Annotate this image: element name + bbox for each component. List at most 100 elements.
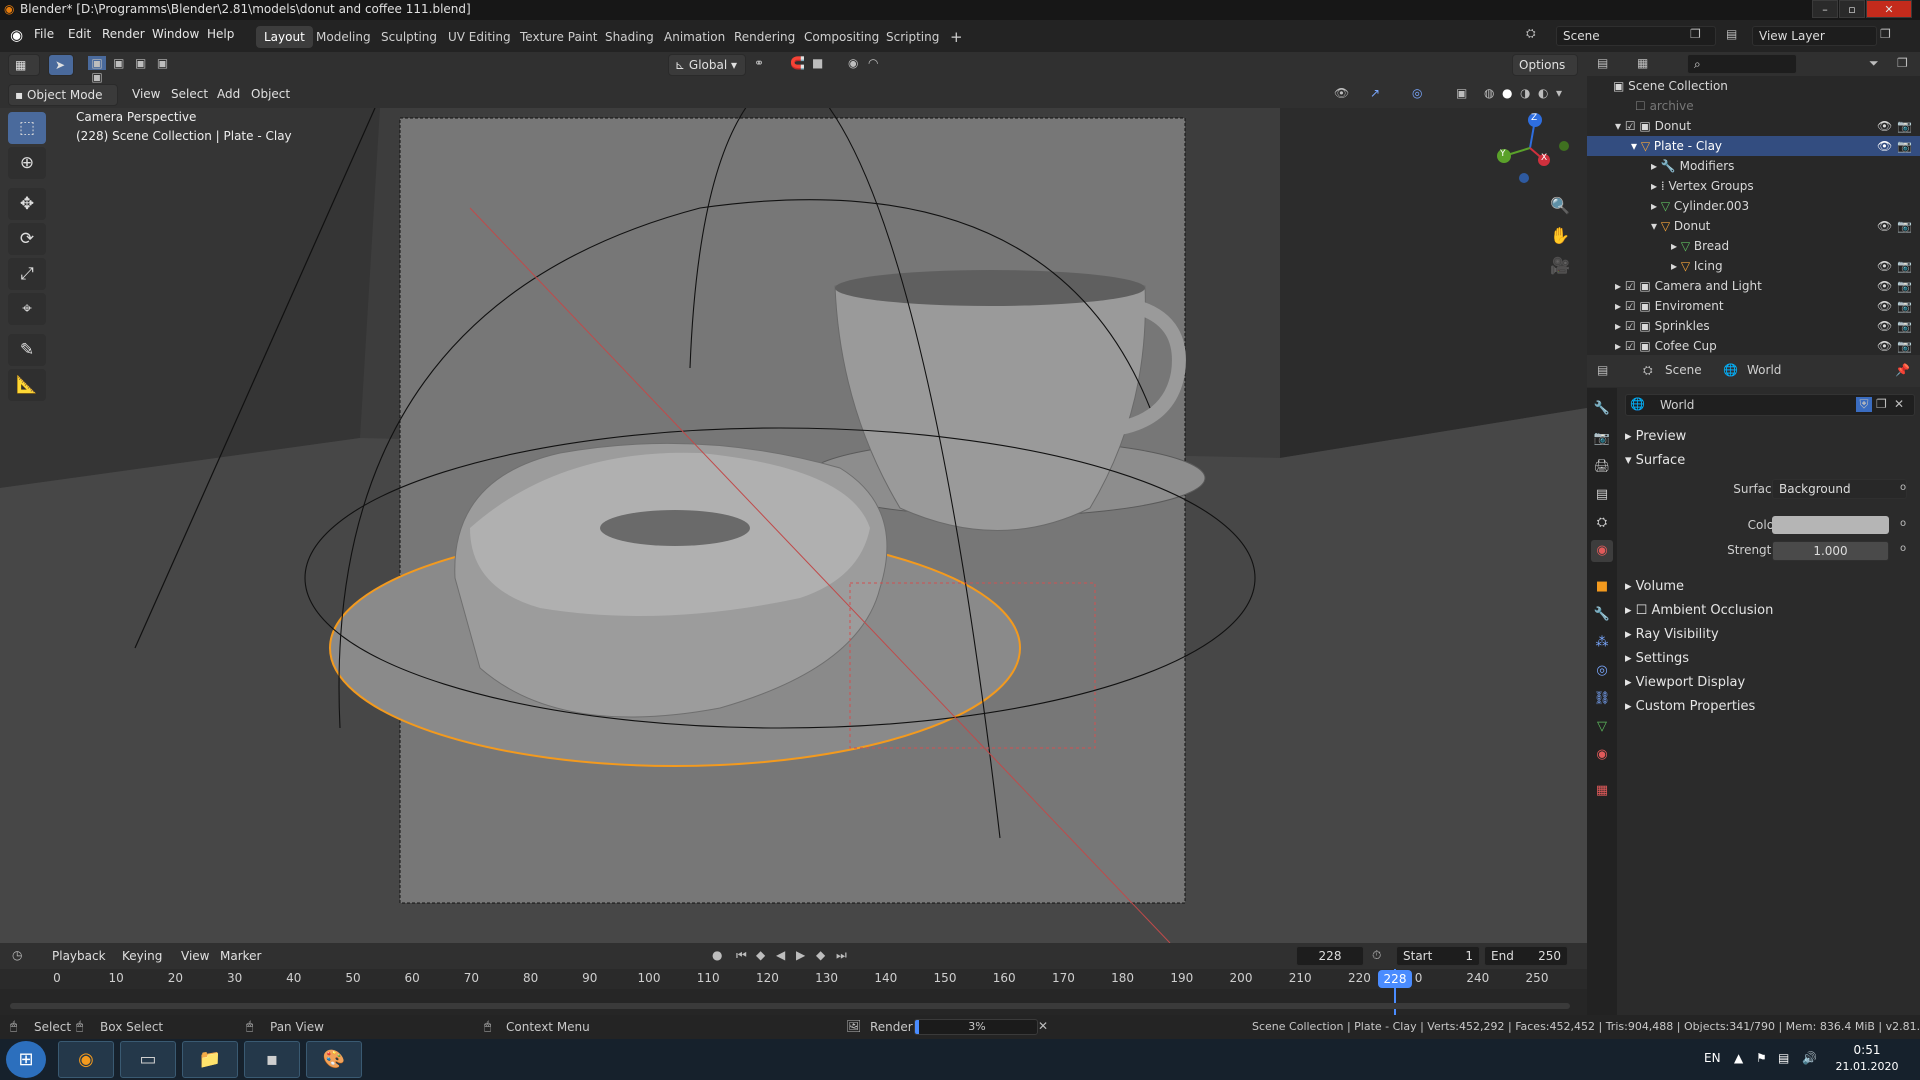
unlink-icon[interactable]: ✕	[1894, 397, 1904, 411]
tab-layout[interactable]: Layout	[256, 26, 313, 48]
color-swatch[interactable]	[1772, 516, 1889, 534]
proportional-edit-icon[interactable]: ◉	[848, 56, 858, 70]
solid-shading-icon[interactable]: ●	[1502, 86, 1512, 100]
snap-target-icon[interactable]: ■	[812, 56, 823, 70]
tab-modeling[interactable]: Modeling	[308, 26, 379, 48]
tab-data[interactable]: ▽	[1591, 716, 1613, 738]
eye-icon[interactable]: 👁	[1877, 116, 1892, 136]
tab-uv-editing[interactable]: UV Editing	[440, 26, 519, 48]
new-scene-icon[interactable]: ❐	[1690, 27, 1701, 41]
wireframe-shading-icon[interactable]: ◍	[1484, 86, 1494, 100]
checkbox-checked[interactable]: ☑	[1625, 279, 1640, 293]
tab-scripting[interactable]: Scripting	[878, 26, 947, 48]
menu-edit[interactable]: Edit	[68, 27, 91, 41]
expand-icon[interactable]: ▸	[1651, 199, 1661, 213]
tray-expand-icon[interactable]: ▲	[1734, 1051, 1743, 1065]
menu-window[interactable]: Window	[152, 27, 199, 41]
panel-surface[interactable]: ▾ Surface	[1625, 453, 1685, 468]
checkbox-checked[interactable]: ☑	[1625, 339, 1640, 353]
view-layer-selector[interactable]: View Layer	[1752, 26, 1877, 46]
outliner-row[interactable]: ▸ ▽ Icing 👁 📷	[1587, 256, 1920, 276]
blender-menu-icon[interactable]: ◉	[10, 26, 23, 44]
shading-options-icon[interactable]: ▾	[1556, 86, 1562, 100]
checkbox-checked[interactable]: ☑	[1625, 319, 1640, 333]
taskbar-blender[interactable]: ◉	[58, 1041, 114, 1078]
checkbox-checked[interactable]: ☑	[1625, 119, 1640, 133]
render-icon[interactable]: 📷	[1897, 216, 1912, 236]
expand-icon[interactable]: ▸	[1671, 239, 1681, 253]
timeline-scrollbar[interactable]	[10, 1003, 1570, 1009]
properties-editor-icon[interactable]: ▤	[1597, 363, 1608, 377]
checkbox-checked[interactable]: ☑	[1625, 299, 1640, 313]
eye-icon[interactable]: 👁	[1877, 276, 1892, 296]
timeline-menu-playback[interactable]: Playback	[52, 949, 106, 963]
select-box-tool[interactable]: ⬚	[8, 112, 46, 144]
play-icon[interactable]: ▶	[796, 948, 805, 962]
eye-icon[interactable]: 👁	[1877, 316, 1892, 336]
transform-tool[interactable]: ⌖	[8, 293, 46, 325]
taskbar-paint[interactable]: 🎨	[306, 1041, 362, 1078]
outliner-editor-icon[interactable]: ▤	[1597, 56, 1608, 70]
3d-viewport[interactable]: Camera Perspective (228) Scene Collectio…	[0, 108, 1587, 943]
tab-particles[interactable]: ⁂	[1591, 632, 1613, 654]
stopwatch-icon[interactable]: ⏱	[1372, 948, 1381, 963]
new-view-layer-icon[interactable]: ❐	[1880, 27, 1891, 41]
panel-custom-properties[interactable]: ▸ Custom Properties	[1625, 699, 1755, 714]
timeline-menu-keying[interactable]: Keying	[122, 949, 162, 963]
expand-icon[interactable]: ▸	[1615, 299, 1625, 313]
falloff-icon[interactable]: ◠	[868, 56, 878, 70]
eye-icon[interactable]: 👁	[1877, 336, 1892, 356]
taskbar-window[interactable]: ▭	[120, 1041, 176, 1078]
tab-modifiers[interactable]: 🔧	[1591, 604, 1613, 626]
clock-date[interactable]: 21.01.2020	[1832, 1060, 1902, 1073]
tab-tool[interactable]: 🔧	[1591, 398, 1613, 420]
socket-dot-icon[interactable]: o	[1900, 543, 1906, 554]
eye-icon[interactable]: 👁	[1877, 136, 1892, 156]
eye-icon[interactable]: 👁	[1877, 216, 1892, 236]
display-mode-icon[interactable]: ▦	[1637, 56, 1648, 70]
select-subtract-icon[interactable]: ▣	[132, 56, 150, 70]
panel-volume[interactable]: ▸ Volume	[1625, 579, 1684, 594]
pin-icon[interactable]: 📌	[1895, 363, 1910, 377]
strength-field[interactable]: 1.000	[1772, 541, 1889, 561]
menu-help[interactable]: Help	[207, 27, 234, 41]
taskbar-console[interactable]: ▪	[244, 1041, 300, 1078]
pivot-icon[interactable]: ⚭	[754, 56, 764, 70]
record-icon[interactable]: ●	[712, 948, 722, 962]
tab-constraints[interactable]: ⛓	[1591, 688, 1613, 710]
panel-viewport-display[interactable]: ▸ Viewport Display	[1625, 675, 1745, 690]
navigation-gizmo[interactable]: Z Y X	[1490, 108, 1570, 188]
clock-time[interactable]: 0:51	[1836, 1043, 1898, 1057]
outliner-search-input[interactable]: ⌕	[1687, 54, 1797, 74]
current-frame-field[interactable]: 228	[1296, 946, 1364, 966]
tab-view-layer[interactable]: ▤	[1591, 484, 1613, 506]
visibility-icon[interactable]: 👁	[1334, 86, 1349, 100]
breadcrumb-world[interactable]: World	[1747, 363, 1781, 377]
fake-user-icon[interactable]: ⛨	[1856, 397, 1872, 412]
menu-render[interactable]: Render	[102, 27, 145, 41]
expand-icon[interactable]: ▸	[1615, 319, 1625, 333]
outliner-row[interactable]: ▸ ☑ ▣ Enviroment 👁 📷	[1587, 296, 1920, 316]
input-language[interactable]: EN	[1704, 1051, 1721, 1065]
tab-rendering[interactable]: Rendering	[726, 26, 803, 48]
render-icon[interactable]: 📷	[1897, 256, 1912, 276]
outliner-row[interactable]: ▾ ☑ ▣ Donut 👁 📷	[1587, 116, 1920, 136]
zoom-icon[interactable]: 🔍	[1550, 196, 1570, 215]
jump-end-icon[interactable]: ⏭	[836, 948, 847, 963]
tab-scene[interactable]: ⛭	[1591, 512, 1613, 534]
volume-icon[interactable]: 🔊	[1802, 1051, 1817, 1065]
cancel-render-icon[interactable]: ✕	[1038, 1019, 1048, 1033]
select-new-icon[interactable]: ▣	[88, 56, 106, 70]
panel-settings[interactable]: ▸ Settings	[1625, 651, 1689, 666]
maximize-button[interactable]: ▫	[1839, 0, 1865, 18]
tab-object[interactable]: ■	[1591, 576, 1613, 598]
rotate-tool[interactable]: ⟳	[8, 223, 46, 255]
prev-keyframe-icon[interactable]: ◆	[756, 948, 765, 962]
viewport-menu-add[interactable]: Add	[217, 87, 240, 101]
tab-animation[interactable]: Animation	[656, 26, 733, 48]
expand-icon[interactable]: ▾	[1615, 119, 1625, 133]
move-tool[interactable]: ✥	[8, 188, 46, 220]
outliner-row[interactable]: ▸ 🔧 Modifiers	[1587, 156, 1920, 176]
filter-icon[interactable]: ⏷	[1869, 56, 1879, 71]
world-datablock[interactable]: 🌐 World ⛨ ❐ ✕	[1625, 394, 1915, 416]
